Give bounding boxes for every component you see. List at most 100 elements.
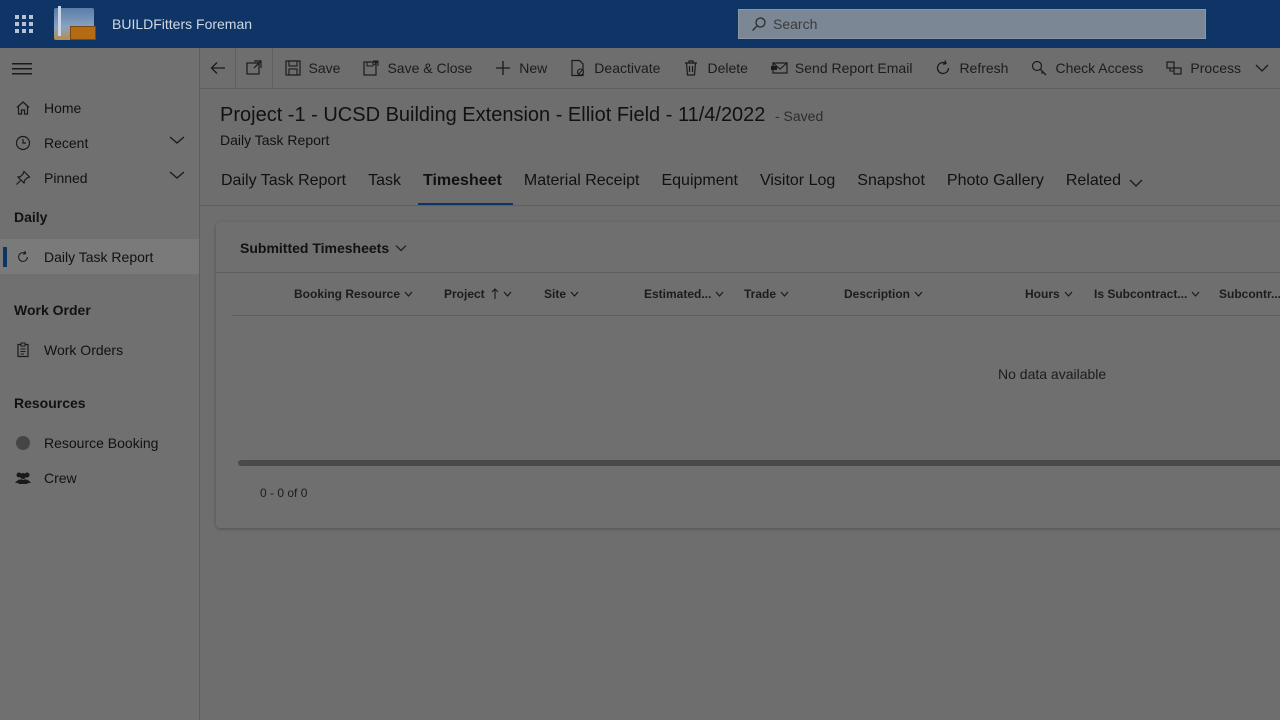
chevron-down-icon[interactable] (169, 170, 185, 180)
sidebar-item-daily-task-report[interactable]: Daily Task Report (0, 239, 199, 274)
new-button[interactable]: New (483, 48, 558, 89)
save-status: - Saved (775, 108, 824, 124)
pin-icon (14, 169, 32, 187)
back-button[interactable] (200, 47, 237, 89)
chevron-down-icon (1064, 291, 1073, 297)
save-button[interactable]: Save (273, 48, 352, 89)
record-title-text: Project -1 - UCSD Building Extension - E… (220, 104, 766, 126)
chevron-down-icon[interactable] (1255, 63, 1269, 73)
subgrid-card: Submitted Timesheets Booking Resource Pr… (216, 222, 1280, 528)
horizontal-scrollbar[interactable] (238, 460, 1280, 466)
sidebar-item-work-orders[interactable]: Work Orders (0, 332, 199, 367)
sidebar-item-label: Pinned (44, 169, 88, 186)
record-count: 0 - 0 of 0 (260, 486, 308, 500)
save-icon (284, 60, 301, 76)
arrow-left-icon (210, 62, 225, 74)
column-header-hours[interactable]: Hours (1025, 287, 1073, 301)
sidebar: Home Recent Pinned Daily Daily Task Repo… (0, 48, 200, 720)
clock-icon (14, 134, 32, 152)
save-and-close-button[interactable]: Save & Close (351, 48, 483, 89)
deactivate-icon (571, 59, 585, 77)
deactivate-button[interactable]: Deactivate (558, 48, 671, 89)
app-title[interactable]: BUILDFitters Foreman (112, 16, 252, 32)
chevron-down-icon (914, 291, 923, 297)
column-header-is-subcontract[interactable]: Is Subcontract... (1094, 287, 1200, 301)
tab-daily-task-report[interactable]: Daily Task Report (210, 162, 357, 206)
process-icon (1166, 61, 1183, 75)
hamburger-menu-icon[interactable] (0, 48, 199, 90)
chevron-down-icon (1129, 179, 1143, 187)
send-report-email-button[interactable]: Send Report Email (759, 48, 924, 89)
chevron-down-icon (404, 291, 413, 297)
sort-ascending-icon (491, 288, 499, 299)
tab-task[interactable]: Task (357, 162, 412, 206)
tab-material-receipt[interactable]: Material Receipt (513, 162, 651, 206)
chevron-down-icon (503, 291, 512, 297)
check-access-icon (1032, 60, 1047, 76)
people-icon (14, 469, 32, 487)
sidebar-group-resources: Resources (14, 395, 86, 411)
search-placeholder: Search (773, 16, 818, 32)
tab-photo-gallery[interactable]: Photo Gallery (936, 162, 1055, 206)
sidebar-item-label: Recent (44, 134, 89, 151)
refresh-button[interactable]: Refresh (923, 48, 1019, 89)
column-header-subcontractor[interactable]: Subcontr... (1219, 287, 1280, 301)
chevron-down-icon (780, 291, 789, 297)
sidebar-item-label: Resource Booking (44, 434, 159, 451)
top-bar: BUILDFitters Foreman Search (0, 0, 1280, 48)
grid-header: Booking Resource Project Site Estimated.… (232, 273, 1280, 316)
open-window-icon (246, 60, 262, 75)
sidebar-item-label: Home (44, 99, 82, 116)
sidebar-item-label: Crew (44, 469, 77, 486)
column-header-project[interactable]: Project (444, 287, 512, 301)
chevron-down-icon (570, 291, 579, 297)
column-header-booking-resource[interactable]: Booking Resource (294, 287, 413, 301)
sidebar-group-daily: Daily (14, 209, 48, 225)
search-input[interactable]: Search (738, 9, 1206, 39)
sidebar-item-resource-booking[interactable]: Resource Booking (0, 425, 199, 460)
sidebar-item-pinned[interactable]: Pinned (0, 160, 199, 195)
empty-state-message: No data available (998, 366, 1107, 382)
column-header-site[interactable]: Site (544, 287, 579, 301)
avatar-icon (14, 434, 32, 452)
tab-visitor-log[interactable]: Visitor Log (749, 162, 846, 206)
open-in-new-window-button[interactable] (236, 47, 273, 89)
tab-divider (200, 205, 1280, 206)
chevron-down-icon (1191, 291, 1200, 297)
sidebar-item-recent[interactable]: Recent (0, 125, 199, 160)
tab-snapshot[interactable]: Snapshot (846, 162, 936, 206)
sidebar-item-label: Daily Task Report (44, 248, 154, 265)
subgrid-title[interactable]: Submitted Timesheets (240, 240, 407, 256)
column-header-trade[interactable]: Trade (744, 287, 789, 301)
sidebar-item-crew[interactable]: Crew (0, 460, 199, 495)
chevron-down-icon (715, 291, 724, 297)
tab-equipment[interactable]: Equipment (650, 162, 749, 206)
refresh-icon (14, 248, 32, 266)
sidebar-item-home[interactable]: Home (0, 90, 199, 125)
tab-related[interactable]: Related (1055, 162, 1154, 206)
home-icon (14, 99, 32, 117)
tab-timesheet[interactable]: Timesheet (412, 162, 513, 206)
tab-list: Daily Task Report Task Timesheet Materia… (210, 162, 1154, 206)
column-header-estimated[interactable]: Estimated... (644, 287, 724, 301)
trash-icon (685, 60, 698, 76)
record-entity-name: Daily Task Report (220, 132, 330, 148)
record-title: Project -1 - UCSD Building Extension - E… (220, 104, 823, 127)
refresh-icon (937, 60, 950, 75)
column-header-description[interactable]: Description (844, 287, 923, 301)
check-access-button[interactable]: Check Access (1019, 48, 1154, 89)
clipboard-icon (14, 341, 32, 359)
chevron-down-icon[interactable] (169, 135, 185, 145)
email-icon (770, 62, 788, 74)
plus-icon (496, 61, 511, 75)
save-close-icon (363, 60, 380, 76)
sidebar-item-label: Work Orders (44, 341, 124, 358)
delete-button[interactable]: Delete (671, 48, 758, 89)
sidebar-group-work-order: Work Order (14, 302, 91, 318)
app-logo (48, 4, 100, 44)
app-launcher-icon[interactable] (0, 0, 48, 48)
chevron-down-icon (395, 245, 407, 252)
search-icon (752, 17, 766, 31)
command-bar: Save Save & Close New Deactivate Delete … (200, 47, 1280, 89)
process-button[interactable]: Process (1154, 48, 1280, 89)
